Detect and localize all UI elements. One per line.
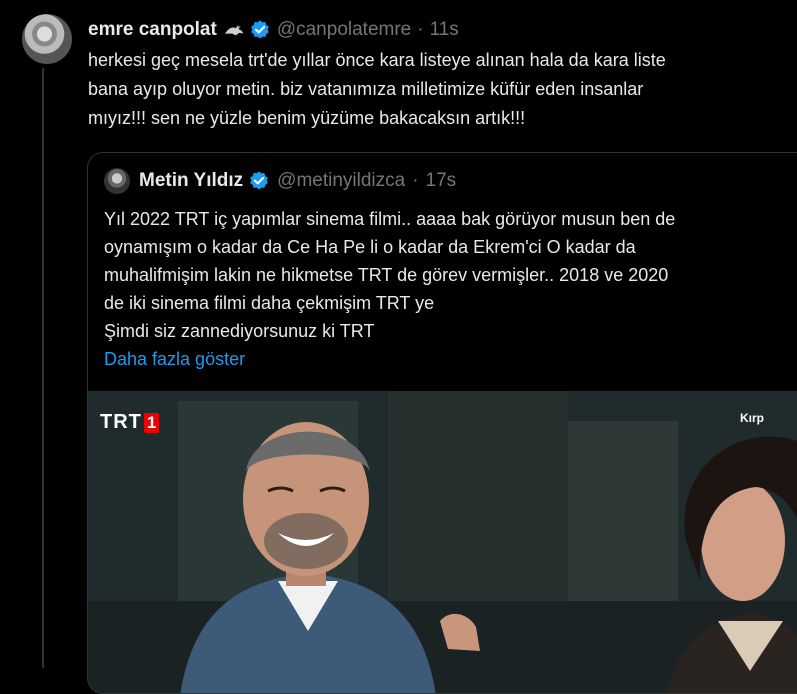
quoted-tweet-header: Metin Yıldız @metinyildizca · 17s bbox=[104, 167, 456, 195]
tweet-header: emre canpolat @canpolatemre · 11s bbox=[88, 16, 459, 44]
quoted-text-line: oynamışım o kadar da Ce Ha Pe li o kadar… bbox=[104, 237, 636, 257]
quoted-text-line: Yıl 2022 TRT iç yapımlar sinema filmi.. … bbox=[104, 209, 676, 229]
show-more-link[interactable]: Daha fazla göster bbox=[104, 345, 794, 373]
video-frame bbox=[88, 391, 797, 693]
quoted-text-line: muhalifmişim lakin ne hikmetse TRT de gö… bbox=[104, 265, 669, 285]
author-handle[interactable]: @canpolatemre bbox=[277, 19, 411, 41]
avatar[interactable] bbox=[22, 14, 72, 64]
separator-dot: · bbox=[417, 19, 424, 40]
quoted-text-line: de iki sinema filmi daha çekmişim TRT ye bbox=[104, 293, 435, 313]
verified-badge-icon bbox=[251, 20, 269, 39]
tweet-text-line: mıyız!!! sen ne yüzle benim yüzüme bakac… bbox=[88, 108, 526, 128]
author-name[interactable]: emre canpolat bbox=[88, 19, 217, 41]
verified-badge-icon bbox=[250, 171, 268, 190]
tweet-text: herkesi geç mesela trt'de yıllar önce ka… bbox=[88, 46, 778, 133]
quoted-timestamp[interactable]: 17s bbox=[426, 170, 457, 192]
quoted-author-handle[interactable]: @metinyildizca bbox=[277, 170, 405, 192]
channel-logo: TRT 1 bbox=[100, 411, 160, 434]
channel-logo-text: TRT bbox=[100, 411, 142, 433]
quoted-author-name[interactable]: Metin Yıldız bbox=[139, 170, 243, 192]
thread-line bbox=[42, 68, 44, 668]
quoted-text-line: Şimdi siz zannediyorsunuz ki TRT bbox=[104, 321, 375, 341]
eagle-icon bbox=[224, 25, 243, 36]
quoted-tweet-text: Yıl 2022 TRT iç yapımlar sinema filmi.. … bbox=[104, 205, 794, 373]
timestamp[interactable]: 11s bbox=[430, 19, 459, 41]
crop-label: Kırp bbox=[740, 411, 764, 425]
video-media[interactable]: TRT 1 Kırp bbox=[88, 391, 797, 693]
channel-logo-number: 1 bbox=[143, 412, 160, 433]
separator-dot: · bbox=[412, 170, 419, 191]
quoted-avatar[interactable] bbox=[104, 168, 130, 194]
tweet-text-line: herkesi geç mesela trt'de yıllar önce ka… bbox=[88, 50, 666, 70]
quoted-tweet[interactable]: Metin Yıldız @metinyildizca · 17s Yıl 20… bbox=[87, 152, 797, 694]
tweet-text-line: bana ayıp oluyor metin. biz vatanımıza m… bbox=[88, 79, 644, 99]
